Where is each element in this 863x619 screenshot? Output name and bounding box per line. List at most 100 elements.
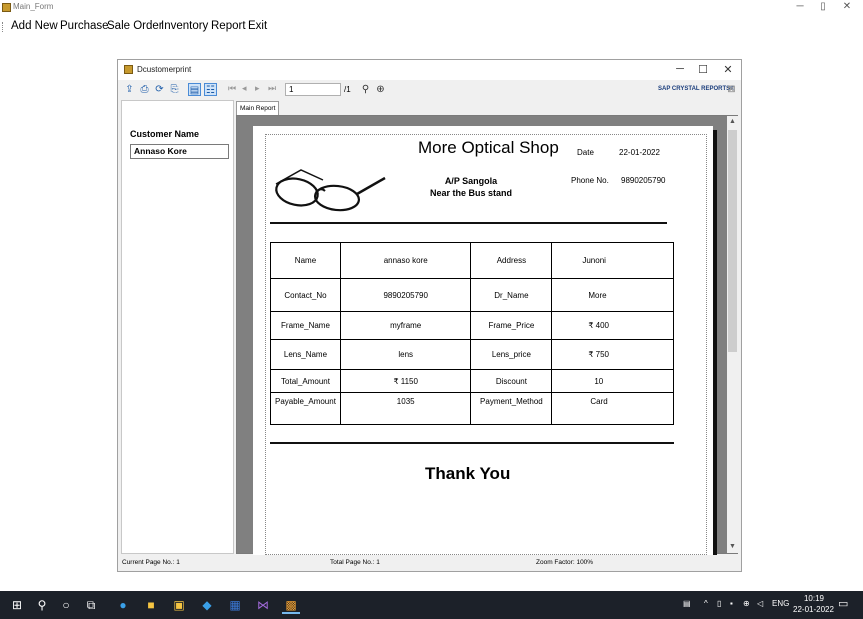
cell-value: 1035 <box>339 392 472 425</box>
cell-value: lens <box>339 339 472 370</box>
thank-you-text: Thank You <box>425 464 511 483</box>
keyboard-icon[interactable]: ▤ <box>683 599 691 608</box>
word-icon[interactable]: ▦ <box>226 596 244 614</box>
battery-icon[interactable]: ▯ <box>717 599 721 608</box>
start-icon[interactable]: ⊞ <box>8 596 26 614</box>
app-taskbar-icon[interactable]: ▩ <box>282 596 300 614</box>
last-page-icon[interactable]: ⏭ <box>268 83 276 94</box>
cell-label: Frame_Name <box>270 311 341 340</box>
tab-main-report[interactable]: Main Report <box>236 101 280 115</box>
volume-icon[interactable]: ◁ <box>757 599 763 608</box>
menu-inventory[interactable]: Inventory <box>161 20 208 32</box>
cell-label: Lens_Name <box>270 339 341 370</box>
language-indicator[interactable]: ENG <box>772 599 789 608</box>
parameter-panel-icon[interactable]: ▤ <box>188 83 201 96</box>
clock-date[interactable]: 22-01-2022 <box>793 605 834 614</box>
window-minimize-button[interactable]: ─ <box>673 63 687 75</box>
file-explorer-icon[interactable]: ■ <box>142 596 160 614</box>
group-tree-item[interactable]: Annaso Kore <box>130 144 229 159</box>
cell-value: Junoni <box>551 242 674 279</box>
date-label: Date <box>577 148 594 157</box>
export-icon[interactable]: ⇪ <box>123 83 136 96</box>
menu-sale-order[interactable]: Sale Order <box>107 20 163 32</box>
report-window-title: Dcustomerprint <box>137 65 192 74</box>
cell-label: Lens_price <box>470 339 553 370</box>
find-icon[interactable]: ⚲ <box>359 83 372 96</box>
clock-time[interactable]: 10:19 <box>801 594 827 603</box>
restore-button[interactable]: ▯ <box>816 1 830 12</box>
header-divider <box>270 222 667 224</box>
menu-exit[interactable]: Exit <box>248 20 267 32</box>
cortana-icon[interactable]: ○ <box>57 596 75 614</box>
sap-crystal-brand: SAP CRYSTAL REPORTS® <box>658 86 735 92</box>
scroll-down-icon[interactable]: ▼ <box>727 543 738 550</box>
spectacles-image <box>275 169 386 212</box>
current-page-status: Current Page No.: 1 <box>122 559 180 566</box>
page-shadow <box>713 130 717 555</box>
cell-value: ₹ 400 <box>551 311 674 340</box>
app-icon <box>2 3 11 12</box>
scroll-thumb[interactable] <box>728 130 737 352</box>
window-close-button[interactable]: ✕ <box>721 63 735 76</box>
report-page: More Optical Shop Date 22-01-2022 Phone … <box>253 126 713 555</box>
window-maximize-button[interactable]: ☐ <box>696 63 710 76</box>
group-tree-toggle-icon[interactable]: ☷ <box>204 83 217 96</box>
store-icon[interactable]: ◆ <box>198 596 216 614</box>
next-page-icon[interactable]: ▸ <box>255 83 260 94</box>
cell-label: Frame_Price <box>470 311 553 340</box>
menu-purchase[interactable]: Purchase <box>60 20 109 32</box>
minimize-button[interactable]: ─ <box>793 1 807 12</box>
vertical-scrollbar[interactable]: ▲ ▼ <box>727 116 738 553</box>
page-number-input[interactable]: 1 <box>285 83 341 96</box>
refresh-icon[interactable]: ⟳ <box>153 83 166 96</box>
cell-value: annaso kore <box>339 242 472 279</box>
window-icon <box>124 65 133 74</box>
notification-icon[interactable]: ▭ <box>838 597 848 610</box>
report-window: Dcustomerprint ─ ☐ ✕ ⇪ ⎙ ⟳ ⎘ ▤ ☷ ⏮ ◂ ▸ ⏭… <box>117 59 742 572</box>
cell-value: myframe <box>339 311 472 340</box>
visual-studio-icon[interactable]: ⋈ <box>254 596 272 614</box>
cell-label: Name <box>270 242 341 279</box>
report-toolbar: ⇪ ⎙ ⟳ ⎘ ▤ ☷ ⏮ ◂ ▸ ⏭ 1 /1 ⚲ ⊕ SAP CRYSTAL… <box>118 80 741 100</box>
network-icon[interactable]: ⊕ <box>743 599 750 608</box>
search-icon[interactable]: ⚲ <box>33 596 51 614</box>
zoom-status: Zoom Factor: 100% <box>536 559 594 566</box>
customer-details-table: Name annaso kore Address Junoni Contact_… <box>270 242 674 425</box>
group-tree-header: Customer Name <box>130 129 200 139</box>
scroll-up-icon[interactable]: ▲ <box>727 118 738 125</box>
print-icon[interactable]: ⎙ <box>138 83 151 96</box>
cell-label: Discount <box>470 369 553 393</box>
menu-grip <box>2 22 4 32</box>
edge-icon[interactable]: ● <box>114 596 132 614</box>
first-page-icon[interactable]: ⏮ <box>228 83 236 94</box>
cell-value: 9890205790 <box>339 278 472 312</box>
cell-label: Contact_No <box>270 278 341 312</box>
footer-divider <box>270 442 674 444</box>
toolbar-close-icon[interactable]: ⊠ <box>725 83 738 96</box>
report-window-titlebar: Dcustomerprint ─ ☐ ✕ <box>118 60 741 80</box>
cell-value: ₹ 750 <box>551 339 674 370</box>
zoom-icon[interactable]: ⊕ <box>374 83 387 96</box>
total-page-status: Total Page No.: 1 <box>330 559 380 566</box>
meet-icon[interactable]: ▪ <box>730 599 733 608</box>
group-tree-panel: Customer Name Annaso Kore <box>121 100 234 554</box>
sticky-notes-icon[interactable]: ▣ <box>170 596 188 614</box>
cell-value: Card <box>551 392 674 425</box>
menu-report[interactable]: Report <box>211 20 246 32</box>
cell-label: Payable_Amount <box>270 392 341 425</box>
task-view-icon[interactable]: ⧉ <box>82 596 100 614</box>
cell-value: ₹ 1150 <box>339 369 472 393</box>
prev-page-icon[interactable]: ◂ <box>242 83 247 94</box>
menu-add-new[interactable]: Add New <box>11 20 58 32</box>
phone-value: 9890205790 <box>621 176 666 185</box>
tray-chevron-icon[interactable]: ^ <box>704 599 708 608</box>
status-bar: Current Page No.: 1 Total Page No.: 1 Zo… <box>118 555 741 571</box>
report-viewer: More Optical Shop Date 22-01-2022 Phone … <box>236 115 738 555</box>
cell-label: Total_Amount <box>270 369 341 393</box>
copy-icon[interactable]: ⎘ <box>168 83 181 96</box>
main-form-titlebar: Main_Form ─ ▯ ✕ <box>0 0 863 16</box>
cell-value: More <box>551 278 674 312</box>
windows-taskbar: ⊞ ⚲ ○ ⧉ ● ■ ▣ ◆ ▦ ⋈ ▩ ▤ ^ ▯ ▪ ⊕ ◁ ENG 10… <box>0 591 863 619</box>
close-button[interactable]: ✕ <box>840 1 854 12</box>
cell-label: Dr_Name <box>470 278 553 312</box>
